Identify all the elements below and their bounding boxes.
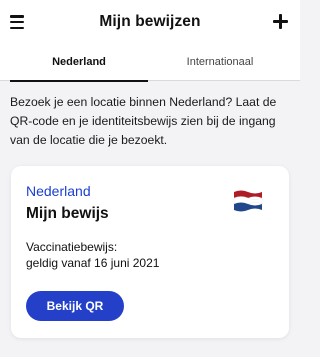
tab-internationaal[interactable]: Internationaal: [150, 46, 290, 81]
intro-text: Bezoek je een locatie binnen Nederland? …: [10, 95, 277, 147]
page-title: Mijn bewijzen: [99, 13, 201, 30]
proof-validity: geldig vanaf 16 juni 2021: [26, 256, 160, 270]
netherlands-flag-icon: [233, 190, 263, 212]
tab-nederland[interactable]: Nederland: [10, 46, 148, 82]
plus-icon[interactable]: [272, 10, 288, 32]
top-bar: Mijn bewijzen: [0, 0, 300, 46]
card-title: Mijn bewijs: [26, 205, 109, 222]
proof-card: Nederland Mijn bewijs Vaccinatiebewijs: …: [11, 166, 289, 338]
proof-type: Vaccinatiebewijs:: [26, 240, 118, 254]
view-qr-button[interactable]: Bekijk QR: [26, 291, 124, 321]
card-country: Nederland: [26, 183, 91, 199]
tab-bar: Nederland Internationaal: [0, 46, 300, 82]
